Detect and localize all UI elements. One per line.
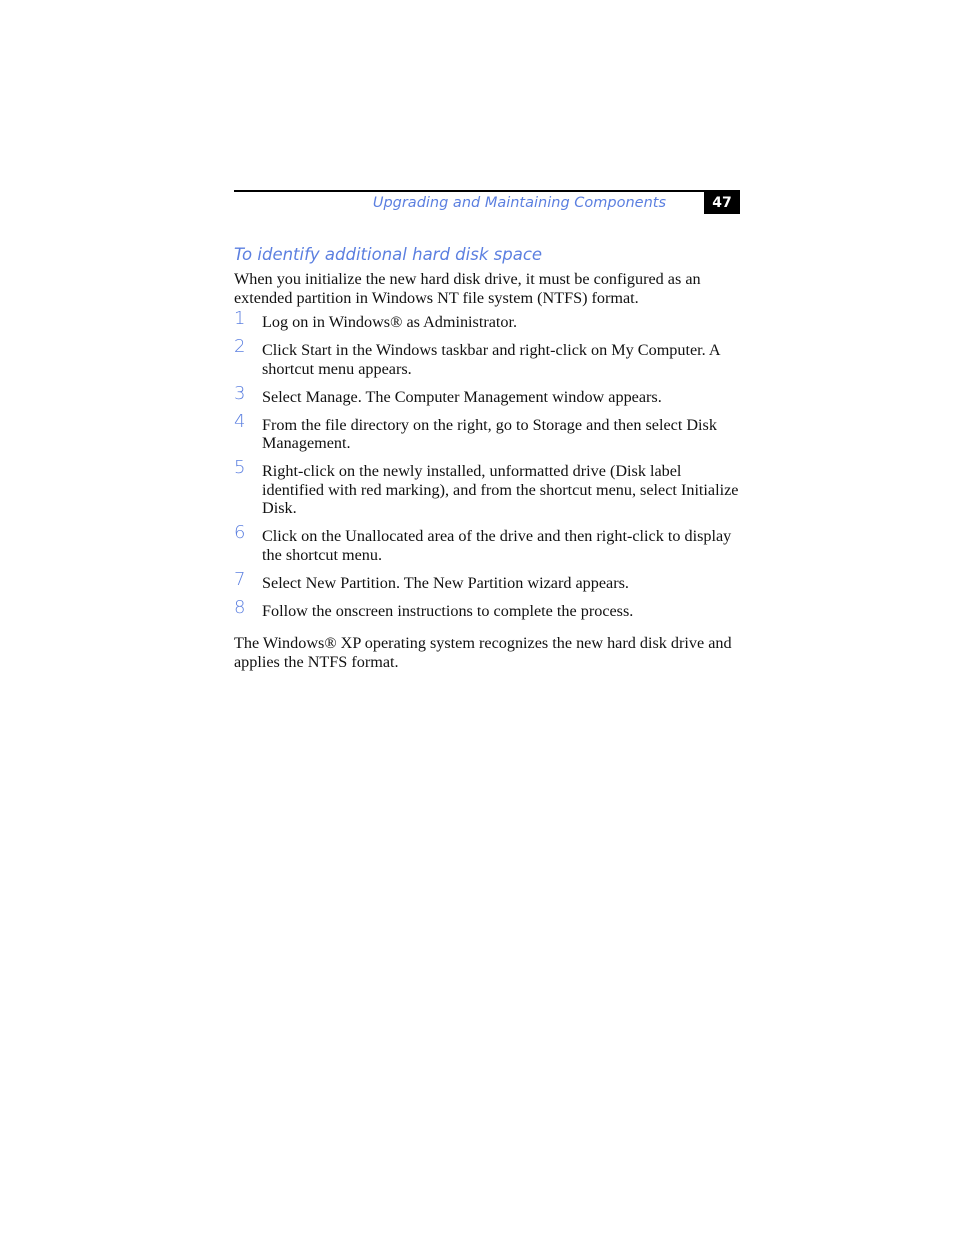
step-number: 1 (234, 308, 246, 329)
intro-paragraph: When you initialize the new hard disk dr… (234, 270, 701, 307)
step-text: From the file directory on the right, go… (262, 415, 717, 453)
section-title: To identify additional hard disk space (234, 245, 543, 264)
step-number: 6 (234, 522, 246, 543)
step-text: Click on the Unallocated area of the dri… (262, 527, 732, 564)
step-number: 2 (234, 336, 246, 357)
running-header-title: Upgrading and Maintaining Components (372, 195, 666, 211)
step-item: 4 From the file directory on the right, g… (234, 410, 740, 453)
step-text: Follow the onscreen instructions to comp… (262, 601, 634, 620)
step-text: Click Start in the Windows taskbar and r… (262, 341, 720, 378)
step-number: 8 (234, 596, 246, 618)
header-rule (234, 190, 740, 192)
step-text: Log on in Windows® as Administrator. (262, 313, 518, 331)
step-text: Select New Partition. The New Partition … (262, 573, 629, 592)
step-text: Right-click on the newly installed, unfo… (262, 462, 739, 517)
step-item: 6 Click on the Unallocated area of the dr… (234, 522, 740, 564)
step-item: 7 Select New Partition. The New Partition… (234, 568, 740, 593)
step-number: 5 (234, 457, 246, 478)
step-item: 8 Follow the onscreen instructions to com… (234, 596, 740, 621)
steps-list: 1 Log on in Windows® as Administrator. 2C… (234, 308, 740, 630)
closing-paragraph: The Windows® XP operating system recogni… (234, 634, 732, 671)
step-item: 5 Right-click on the newly installed, unf… (234, 457, 740, 518)
step-text: Select Manage. The Computer Management w… (262, 387, 662, 406)
step-number: 3 (234, 382, 246, 404)
step-item: 2 Click Start in the Windows taskbar and … (234, 336, 740, 378)
page-number-badge: 47 (704, 192, 740, 214)
step-item: 1 Log on in Windows® as Administrator. (234, 308, 740, 332)
step-number: 4 (234, 410, 246, 432)
step-number: 7 (234, 568, 246, 590)
step-item: 3 Select Manage. The Computer Management … (234, 382, 740, 407)
